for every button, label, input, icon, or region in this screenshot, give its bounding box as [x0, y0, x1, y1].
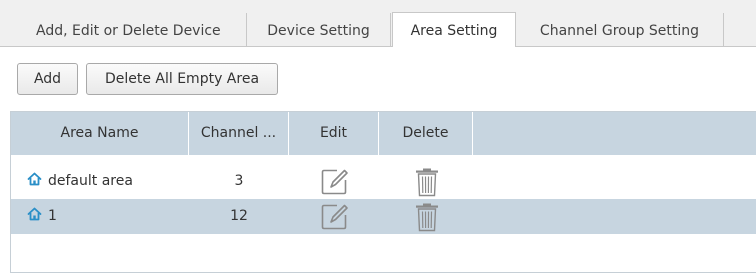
trash-icon[interactable] — [415, 203, 439, 232]
channel-count-cell: 12 — [230, 208, 248, 224]
tab-add-edit-delete-device[interactable]: Add, Edit or Delete Device — [18, 13, 247, 47]
area-table: Area Name Channel ... Edit Delete defaul… — [10, 111, 756, 273]
tab-area-setting[interactable]: Area Setting — [392, 12, 516, 48]
add-button[interactable]: Add — [17, 63, 78, 95]
column-header-delete[interactable]: Delete — [379, 112, 473, 155]
channel-count-cell: 3 — [234, 173, 244, 189]
edit-icon[interactable] — [320, 168, 349, 196]
home-icon — [27, 207, 42, 221]
column-header-edit[interactable]: Edit — [289, 112, 379, 155]
tab-channel-group-setting[interactable]: Channel Group Setting — [516, 13, 724, 47]
area-name-text: 1 — [48, 208, 57, 224]
trash-icon[interactable] — [415, 168, 439, 197]
table-header: Area Name Channel ... Edit Delete — [11, 112, 756, 155]
column-header-channel[interactable]: Channel ... — [189, 112, 289, 155]
delete-cell — [379, 199, 473, 234]
table-row[interactable]: default area 3 — [11, 164, 756, 199]
area-name-text: default area — [48, 173, 133, 189]
edit-cell — [289, 199, 379, 234]
delete-cell — [379, 164, 473, 199]
tab-device-setting[interactable]: Device Setting — [247, 13, 391, 47]
area-name-cell: default area — [11, 164, 189, 199]
area-name-cell: 1 — [11, 199, 189, 234]
edit-icon[interactable] — [320, 203, 349, 231]
tab-bar: Add, Edit or Delete Device Device Settin… — [0, 0, 756, 48]
column-header-area-name[interactable]: Area Name — [11, 112, 189, 155]
home-icon — [27, 172, 42, 186]
app-window: Add, Edit or Delete Device Device Settin… — [0, 0, 756, 273]
table-row[interactable]: 1 12 — [11, 199, 756, 234]
area-setting-panel: Add Delete All Empty Area Area Name Chan… — [0, 47, 756, 273]
edit-cell — [289, 164, 379, 199]
delete-all-empty-area-button[interactable]: Delete All Empty Area — [86, 63, 278, 95]
